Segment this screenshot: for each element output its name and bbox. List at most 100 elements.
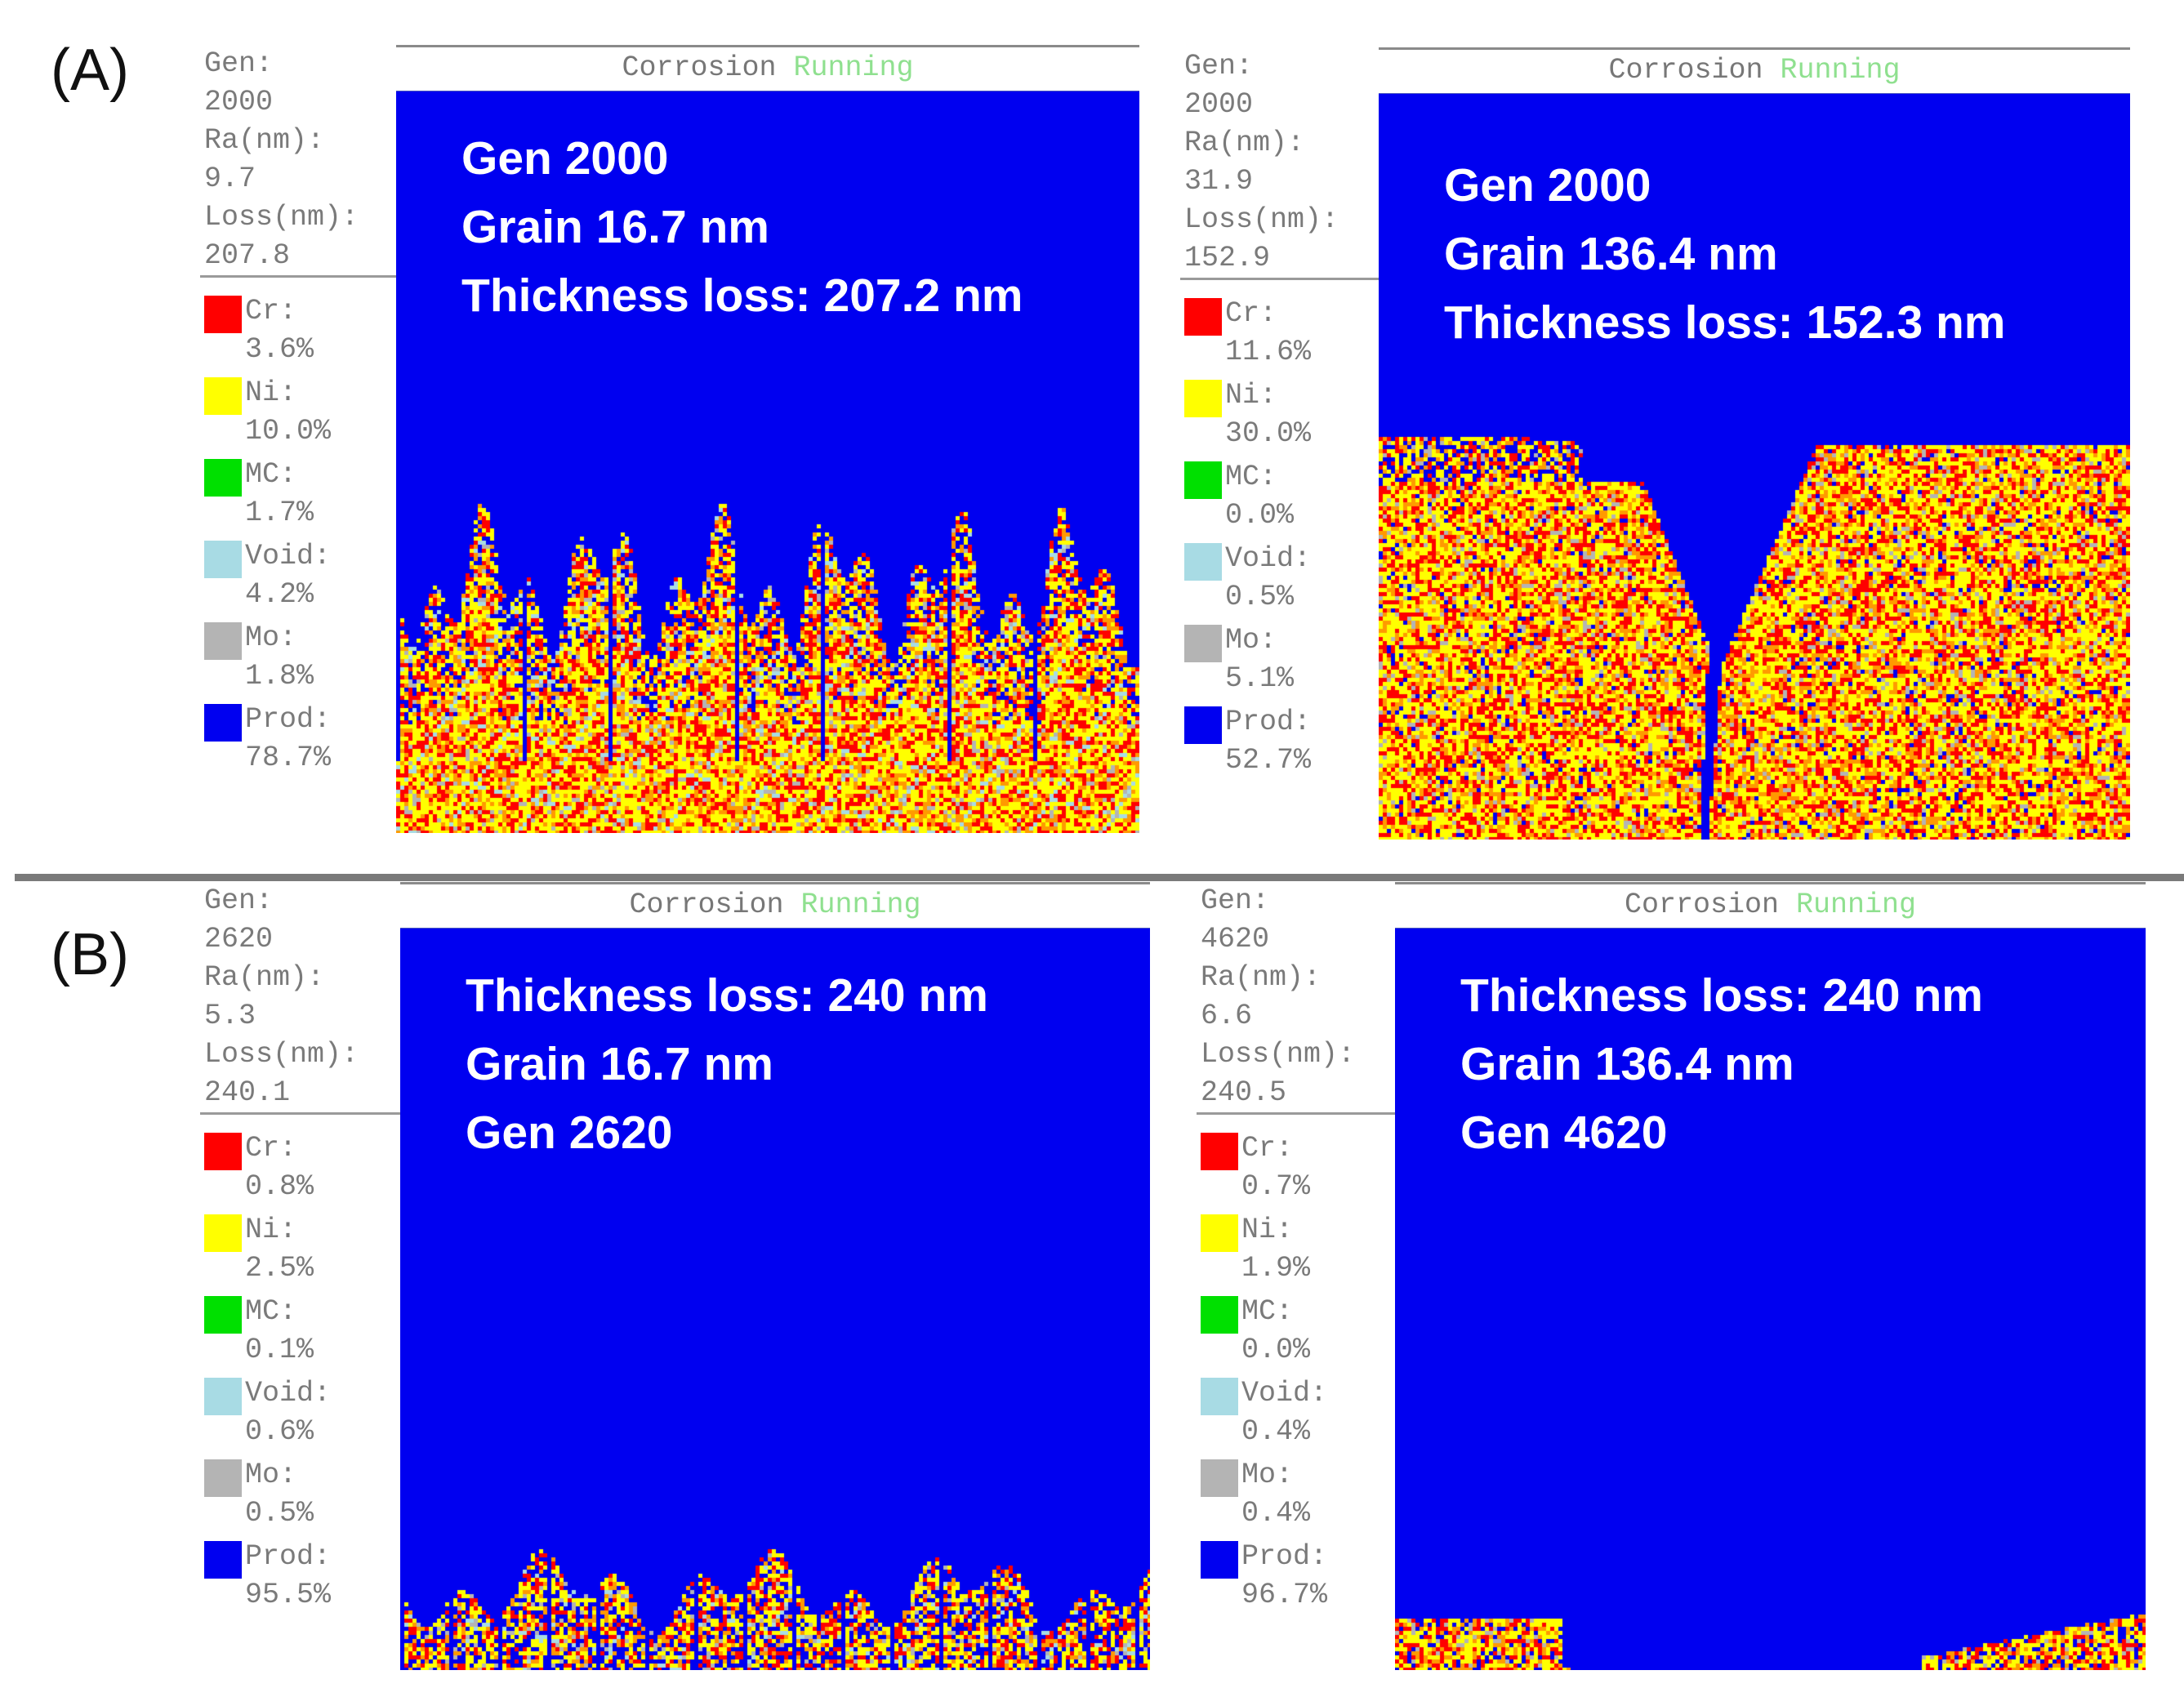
legend-value: 10.0%	[245, 412, 331, 451]
legend-name: Void:	[245, 1374, 331, 1413]
legend-name: Cr:	[245, 292, 296, 331]
color-swatch	[204, 1459, 242, 1497]
legend-name: MC:	[1241, 1293, 1293, 1331]
legend-item-mo: Mo: 5.1%	[1180, 621, 1379, 703]
stat-label: Loss(nm):	[204, 198, 396, 237]
stats-sidebar: Gen: 4620 Ra(nm): 6.6 Loss(nm): 240.5 Cr: 0.7% N…	[1197, 882, 1397, 1670]
stat-value: 2000	[1184, 86, 1379, 124]
legend: Cr: 3.6% Ni: 10.0% MC: 1.7% Void: 4.2% Mo: 1.8% Pr…	[200, 278, 396, 782]
legend-name: MC:	[1225, 458, 1277, 497]
legend-name: Cr:	[1225, 295, 1277, 333]
legend-value: 78.7%	[245, 739, 331, 777]
legend-item-cr: Cr: 3.6%	[200, 292, 396, 374]
legend-name: MC:	[245, 456, 296, 494]
status-header: Corrosion Running	[1379, 47, 2130, 96]
running-status: Running	[1796, 889, 1916, 921]
stat-label: Loss(nm):	[204, 1036, 400, 1074]
legend-name: Mo:	[1241, 1456, 1293, 1494]
overlay-line: Thickness loss: 240 nm	[1460, 961, 1983, 1030]
stat-value: 4620	[1201, 920, 1395, 959]
overlay-line: Grain 16.7 nm	[466, 1030, 988, 1098]
legend-name: Prod:	[245, 1538, 331, 1576]
overlay-text: Thickness loss: 240 nm Grain 16.7 nm Gen 2…	[466, 961, 988, 1167]
stat-label: Gen:	[1184, 47, 1379, 86]
legend-name: Void:	[245, 537, 331, 576]
color-swatch	[204, 377, 242, 415]
legend-value: 0.4%	[1241, 1494, 1310, 1533]
stat-value: 9.7	[204, 160, 396, 198]
simulation-panel: Gen: 2000 Ra(nm): 9.7 Loss(nm): 207.8 Cr: 3.6% N…	[200, 45, 1139, 833]
stats-block: Gen: 4620 Ra(nm): 6.6 Loss(nm): 240.5	[1197, 882, 1395, 1115]
color-swatch	[1184, 380, 1222, 417]
overlay-line: Grain 136.4 nm	[1444, 220, 2005, 288]
legend-value: 0.5%	[245, 1494, 314, 1533]
stat-value: 6.6	[1201, 997, 1395, 1036]
legend-name: Ni:	[1241, 1211, 1293, 1249]
color-swatch	[1201, 1541, 1238, 1579]
stat-label: Ra(nm):	[204, 122, 396, 160]
stats-sidebar: Gen: 2000 Ra(nm): 9.7 Loss(nm): 207.8 Cr: 3.6% N…	[200, 45, 399, 833]
legend: Cr: 11.6% Ni: 30.0% MC: 0.0% Void: 0.5% Mo: 5.1% P…	[1180, 280, 1379, 785]
header-title: Corrosion	[629, 889, 783, 921]
legend: Cr: 0.8% Ni: 2.5% MC: 0.1% Void: 0.6% Mo: 0.5% Pro…	[200, 1115, 400, 1619]
color-swatch	[1201, 1133, 1238, 1170]
stats-sidebar: Gen: 2620 Ra(nm): 5.3 Loss(nm): 240.1 Cr: 0.8% N…	[200, 882, 403, 1670]
legend-item-void: Void: 0.6%	[200, 1374, 400, 1456]
overlay-line: Thickness loss: 152.3 nm	[1444, 288, 2005, 357]
status-header: Corrosion Running	[400, 882, 1150, 931]
figure-label-b: (B)	[51, 921, 129, 988]
running-status: Running	[801, 889, 921, 921]
legend-item-mc: MC: 0.0%	[1180, 458, 1379, 540]
overlay-line: Gen 2620	[466, 1098, 988, 1167]
legend-item-mo: Mo: 1.8%	[200, 619, 396, 701]
stats-sidebar: Gen: 2000 Ra(nm): 31.9 Loss(nm): 152.9 Cr: 11.6…	[1180, 47, 1381, 840]
legend-item-mc: MC: 0.1%	[200, 1293, 400, 1374]
overlay-line: Thickness loss: 240 nm	[466, 961, 988, 1030]
running-status: Running	[794, 51, 914, 84]
overlay-text: Gen 2000 Grain 136.4 nm Thickness loss: 15…	[1444, 151, 2005, 357]
legend-value: 0.7%	[1241, 1168, 1310, 1206]
color-swatch	[1184, 625, 1222, 662]
stat-value: 207.8	[204, 237, 396, 275]
legend-item-cr: Cr: 0.8%	[200, 1129, 400, 1211]
legend-value: 1.7%	[245, 494, 314, 532]
header-title: Corrosion	[1625, 889, 1779, 921]
legend-value: 0.1%	[245, 1331, 314, 1370]
color-swatch	[204, 296, 242, 333]
stat-value: 5.3	[204, 997, 400, 1036]
overlay-line: Thickness loss: 207.2 nm	[461, 261, 1023, 330]
color-swatch	[204, 1214, 242, 1252]
stats-block: Gen: 2620 Ra(nm): 5.3 Loss(nm): 240.1	[200, 882, 400, 1115]
color-swatch	[1184, 298, 1222, 336]
stats-block: Gen: 2000 Ra(nm): 31.9 Loss(nm): 152.9	[1180, 47, 1379, 280]
stat-label: Ra(nm):	[204, 959, 400, 997]
overlay-text: Gen 2000 Grain 16.7 nm Thickness loss: 207…	[461, 124, 1023, 330]
legend-name: Ni:	[245, 374, 296, 412]
color-swatch	[204, 1296, 242, 1334]
color-swatch	[1201, 1214, 1238, 1252]
color-swatch	[204, 1378, 242, 1415]
legend-name: Prod:	[1225, 703, 1311, 742]
legend-value: 96.7%	[1241, 1576, 1327, 1615]
legend-value: 0.8%	[245, 1168, 314, 1206]
legend-name: Cr:	[1241, 1129, 1293, 1168]
status-header: Corrosion Running	[396, 45, 1139, 94]
legend-value: 0.4%	[1241, 1413, 1310, 1451]
legend-value: 1.8%	[245, 657, 314, 696]
legend-item-ni: Ni: 30.0%	[1180, 376, 1379, 458]
stat-label: Loss(nm):	[1184, 201, 1379, 239]
overlay-line: Grain 16.7 nm	[461, 193, 1023, 261]
overlay-line: Grain 136.4 nm	[1460, 1030, 1983, 1098]
legend-item-mo: Mo: 0.5%	[200, 1456, 400, 1538]
figure-label-a: (A)	[51, 37, 129, 104]
legend-value: 1.9%	[1241, 1249, 1310, 1288]
stat-label: Ra(nm):	[1201, 959, 1395, 997]
simulation-panel: Gen: 2000 Ra(nm): 31.9 Loss(nm): 152.9 Cr: 11.6…	[1180, 47, 2130, 840]
legend-item-void: Void: 0.5%	[1180, 540, 1379, 621]
legend-value: 30.0%	[1225, 415, 1311, 453]
color-swatch	[1201, 1459, 1238, 1497]
legend-name: MC:	[245, 1293, 296, 1331]
stat-value: 31.9	[1184, 163, 1379, 201]
legend: Cr: 0.7% Ni: 1.9% MC: 0.0% Void: 0.4% Mo: 0.4% Pro…	[1197, 1115, 1395, 1619]
stat-value: 240.5	[1201, 1074, 1395, 1112]
